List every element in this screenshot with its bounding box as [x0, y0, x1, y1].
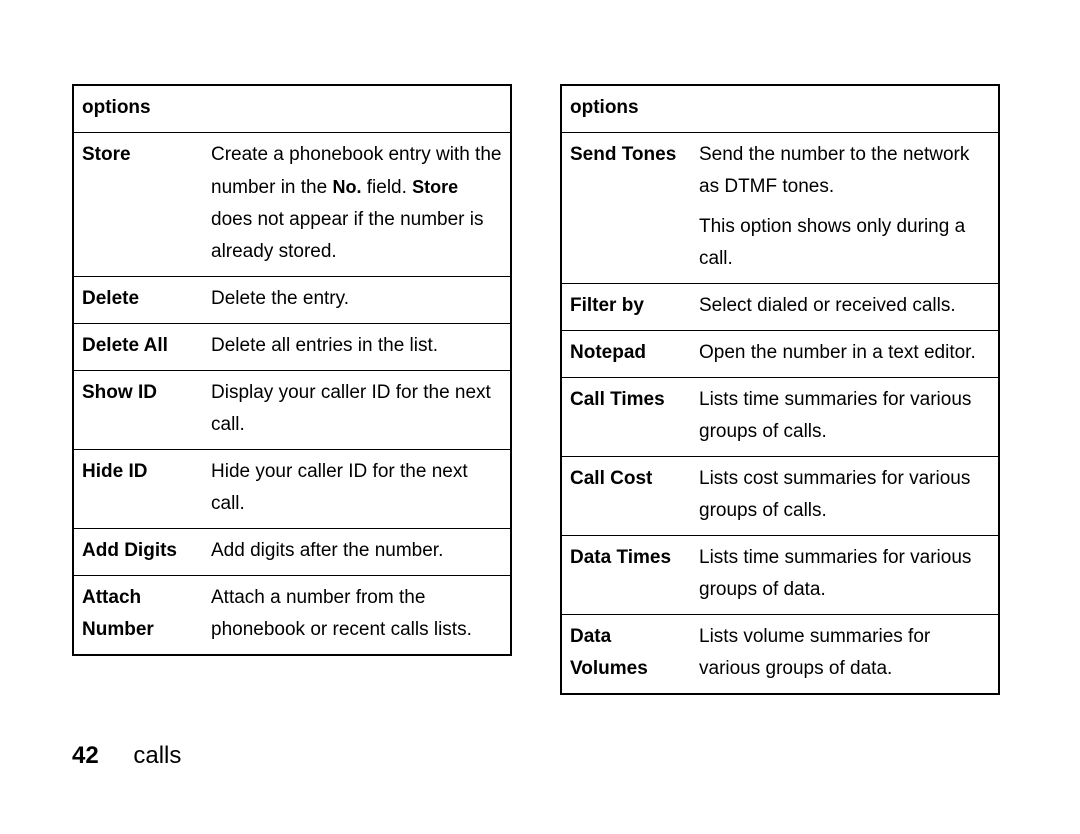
option-label: Delete All: [73, 324, 203, 371]
table-row: Call Cost Lists cost summaries for vario…: [561, 457, 999, 536]
options-table-left-wrap: options Store Create a phonebook entry w…: [72, 84, 512, 656]
option-desc: Delete the entry.: [203, 277, 511, 324]
option-desc: Send the number to the network as DTMF t…: [691, 133, 999, 284]
option-label: Add Digits: [73, 529, 203, 576]
page-number: 42: [72, 742, 99, 769]
option-label: Delete: [73, 277, 203, 324]
option-desc: Lists time summaries for various groups …: [691, 536, 999, 615]
option-desc: Display your caller ID for the next call…: [203, 371, 511, 450]
option-label: Data Volumes: [561, 615, 691, 695]
option-label: Hide ID: [73, 450, 203, 529]
table-row: Store Create a phonebook entry with the …: [73, 133, 511, 277]
option-label: Notepad: [561, 331, 691, 378]
option-label: Store: [73, 133, 203, 277]
table-row: Show ID Display your caller ID for the n…: [73, 371, 511, 450]
option-label: Data Times: [561, 536, 691, 615]
inline-bold: No.: [332, 177, 361, 197]
table-header-row: options: [561, 85, 999, 133]
options-table-right-wrap: options Send Tones Send the number to th…: [560, 84, 1000, 695]
inline-bold: Store: [412, 177, 458, 197]
manual-page: options Store Create a phonebook entry w…: [0, 0, 1080, 834]
option-label: Call Cost: [561, 457, 691, 536]
table-header: options: [73, 85, 511, 133]
section-title: calls: [133, 742, 181, 769]
table-row: Add Digits Add digits after the number.: [73, 529, 511, 576]
option-desc: Lists volume summaries for various group…: [691, 615, 999, 695]
text: does not appear if the number is already…: [211, 209, 484, 262]
options-table-right: options Send Tones Send the number to th…: [560, 84, 1000, 695]
option-desc: Add digits after the number.: [203, 529, 511, 576]
table-row: Data Volumes Lists volume summaries for …: [561, 615, 999, 695]
option-desc: Lists cost summaries for various groups …: [691, 457, 999, 536]
option-desc: Delete all entries in the list.: [203, 324, 511, 371]
option-desc: Open the number in a text editor.: [691, 331, 999, 378]
option-label: Call Times: [561, 378, 691, 457]
option-label: Show ID: [73, 371, 203, 450]
text: field.: [361, 177, 412, 198]
option-label: Filter by: [561, 284, 691, 331]
table-row: Attach Number Attach a number from the p…: [73, 576, 511, 656]
table-row: Data Times Lists time summaries for vari…: [561, 536, 999, 615]
option-desc: Create a phonebook entry with the number…: [203, 133, 511, 277]
table-row: Hide ID Hide your caller ID for the next…: [73, 450, 511, 529]
option-desc: Select dialed or received calls.: [691, 284, 999, 331]
option-desc: Attach a number from the phonebook or re…: [203, 576, 511, 656]
text: This option shows only during a call.: [699, 211, 990, 275]
table-row: Filter by Select dialed or received call…: [561, 284, 999, 331]
table-header: options: [561, 85, 999, 133]
table-row: Send Tones Send the number to the networ…: [561, 133, 999, 284]
table-row: Call Times Lists time summaries for vari…: [561, 378, 999, 457]
options-table-left: options Store Create a phonebook entry w…: [72, 84, 512, 656]
option-label: Send Tones: [561, 133, 691, 284]
option-label: Attach Number: [73, 576, 203, 656]
page-footer: 42 calls: [72, 742, 181, 770]
option-desc: Hide your caller ID for the next call.: [203, 450, 511, 529]
table-row: Delete All Delete all entries in the lis…: [73, 324, 511, 371]
table-row: Delete Delete the entry.: [73, 277, 511, 324]
table-row: Notepad Open the number in a text editor…: [561, 331, 999, 378]
table-header-row: options: [73, 85, 511, 133]
text: Send the number to the network as DTMF t…: [699, 139, 990, 203]
option-desc: Lists time summaries for various groups …: [691, 378, 999, 457]
